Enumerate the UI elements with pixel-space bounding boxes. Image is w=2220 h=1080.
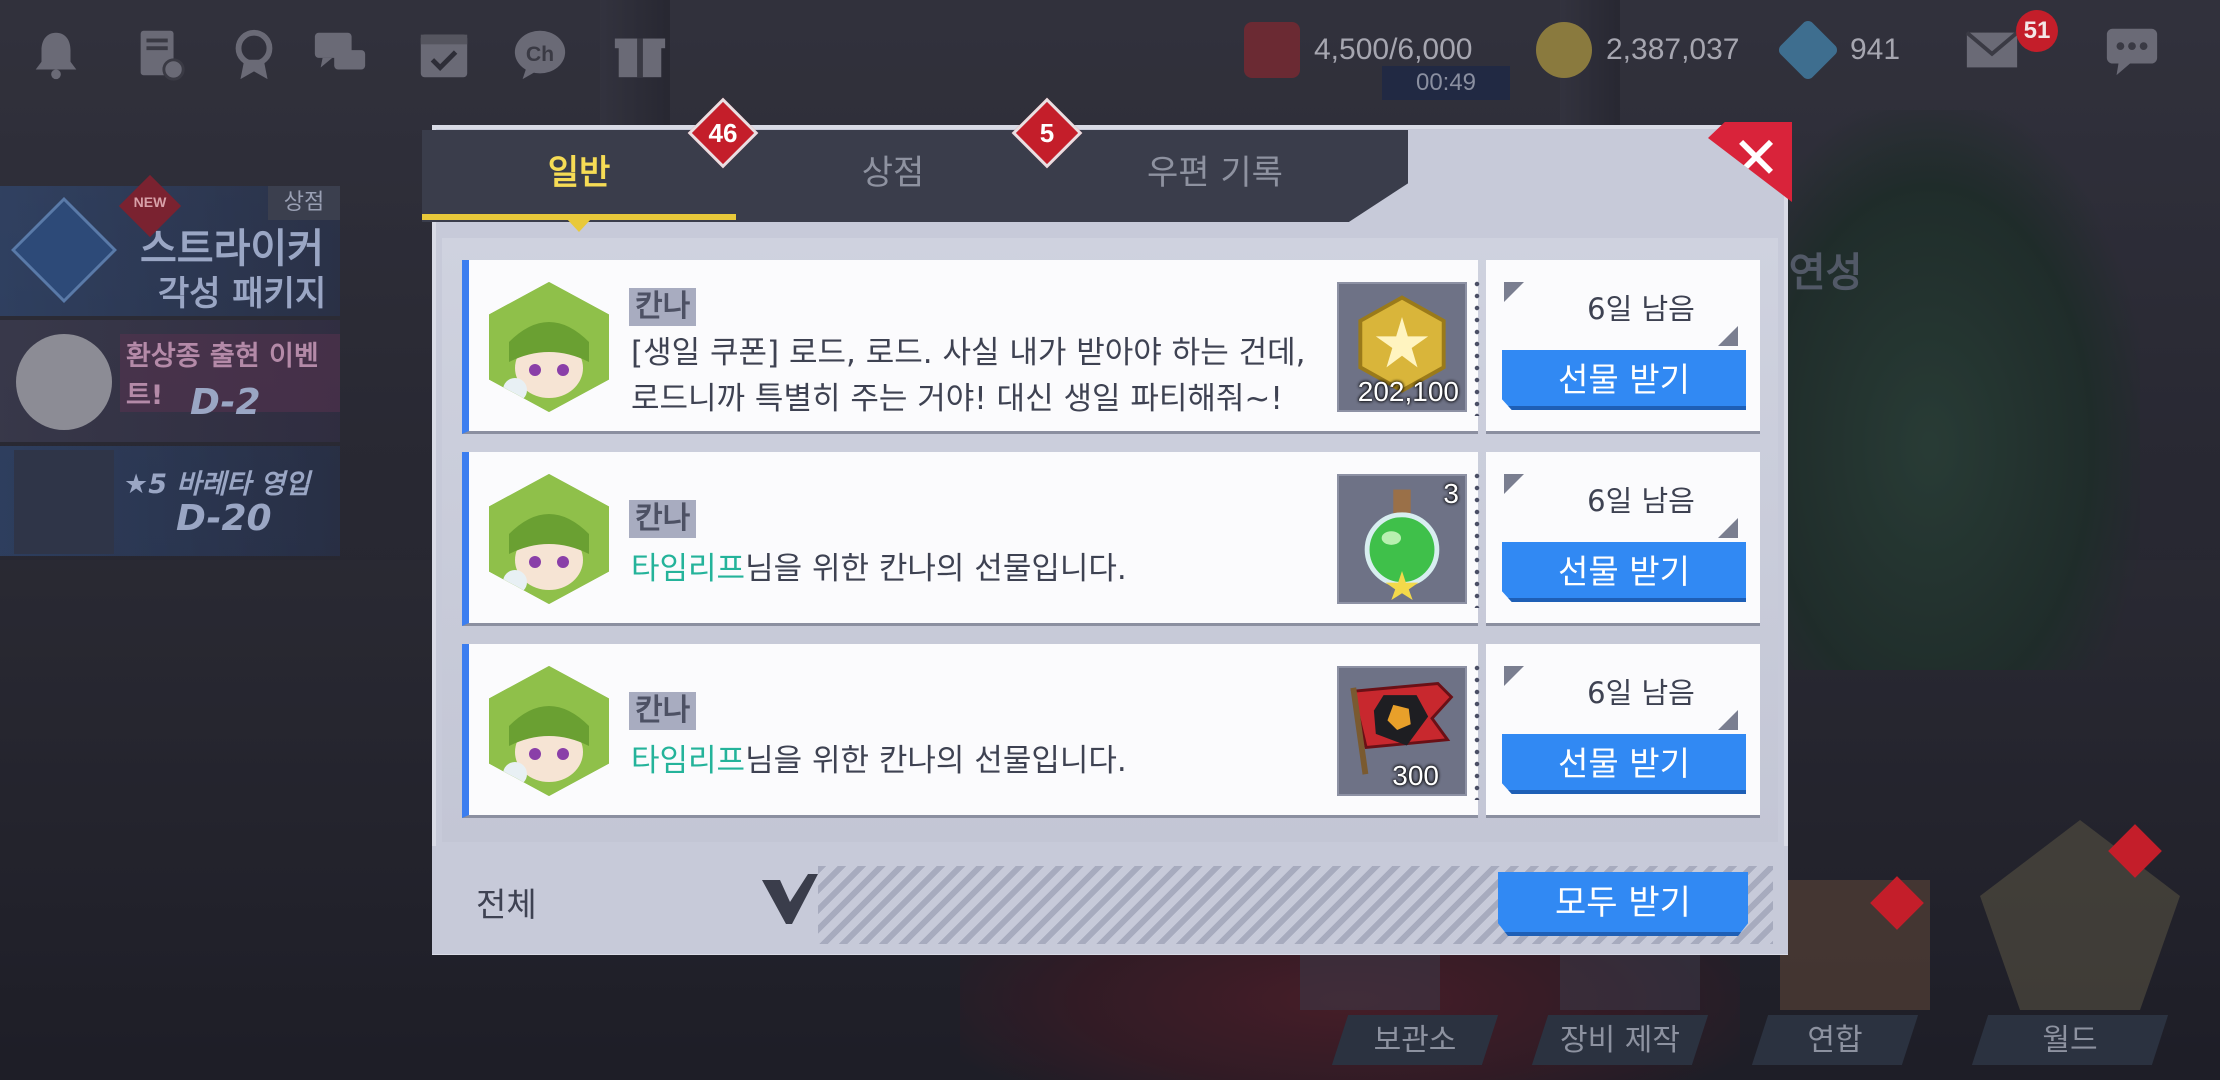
banner3-dday: D-20	[176, 498, 272, 539]
tab-shop-badge: 5	[1039, 118, 1055, 148]
mail-message-rest: 님을 위한 칸나의 선물입니다.	[745, 743, 1127, 779]
gold-coin-icon	[1536, 22, 1592, 78]
mail-message-line1: 타임리프님을 위한 칸나의 선물입니다.	[631, 738, 1127, 784]
mail-row: 칸나 타임리프님을 위한 칸나의 선물입니다. 300 6일 남음 선물 받기	[462, 644, 1760, 818]
bottom-menu-equipment-craft[interactable]: 장비 제작	[1540, 1018, 1700, 1064]
mail-icon[interactable]	[1960, 18, 2024, 82]
chevron-down-icon[interactable]	[758, 872, 822, 928]
time-remaining: 6일 남음	[1587, 484, 1695, 518]
mail-list[interactable]: 칸나 [생일 쿠폰] 로드, 로드. 사실 내가 받아야 하는 건데, 로드니까…	[442, 238, 1778, 842]
notes-gear-icon[interactable]	[128, 22, 192, 86]
corner-decor	[1504, 474, 1524, 494]
mail-content: 칸나 [생일 쿠폰] 로드, 로드. 사실 내가 받아야 하는 건데, 로드니까…	[462, 260, 1478, 434]
row-separator	[1474, 278, 1480, 416]
claim-gift-button[interactable]: 선물 받기	[1502, 542, 1746, 602]
chat-icon[interactable]	[308, 22, 372, 86]
mail-actions: 6일 남음 선물 받기	[1486, 260, 1760, 434]
mail-actions: 6일 남음 선물 받기	[1486, 644, 1760, 818]
tab-shop[interactable]: 상점	[736, 130, 1050, 222]
gem-value: 941	[1850, 33, 1901, 66]
reward-item[interactable]: 300	[1337, 666, 1467, 796]
corner-decor	[1504, 666, 1524, 686]
time-remaining: 6일 남음	[1587, 292, 1695, 326]
mail-message-line1: 타임리프님을 위한 칸나의 선물입니다.	[631, 546, 1127, 592]
bottom-menu-storage[interactable]: 보관소	[1340, 1018, 1490, 1064]
row-separator	[1474, 662, 1480, 800]
tab-mail-history[interactable]: 우편 기록	[1050, 130, 1380, 222]
corner-decor	[1718, 518, 1738, 538]
banner-phantom-event[interactable]: 환상종 출현 이벤트! D-2	[0, 320, 340, 442]
phantom-creature-icon	[16, 334, 112, 430]
filter-label: 전체	[476, 885, 537, 924]
mail-row: 칸나 타임리프님을 위한 칸나의 선물입니다. 3 6일 남음 선물 받기	[462, 452, 1760, 626]
mail-row: 칸나 [생일 쿠폰] 로드, 로드. 사실 내가 받아야 하는 건데, 로드니까…	[462, 260, 1760, 434]
gold-display[interactable]: 2,387,037	[1536, 18, 1739, 82]
banner2-dday: D-2	[190, 382, 261, 423]
mail-message-line2: 로드니까 특별히 주는 거야! 대신 생일 파티해줘~!	[631, 381, 1283, 417]
time-remaining: 6일 남음	[1587, 676, 1695, 710]
gem-display[interactable]: 941	[1776, 18, 1901, 82]
sender-name: 칸나	[629, 500, 697, 538]
stamina-flag-icon	[1244, 22, 1300, 78]
barreta-portrait	[14, 450, 114, 554]
mail-badge: 51	[2016, 10, 2058, 52]
channel-icon[interactable]: Ch	[508, 22, 572, 86]
bottom-menu-alliance[interactable]: 연합	[1760, 1018, 1910, 1064]
row-separator	[1474, 470, 1480, 608]
claim-gift-button[interactable]: 선물 받기	[1502, 350, 1746, 410]
reward-item[interactable]: 202,100	[1337, 282, 1467, 412]
gift-icon[interactable]	[608, 22, 672, 86]
banner-barreta-recruit[interactable]: ★5 바레타 영입 D-20	[0, 446, 340, 556]
corner-decor	[1718, 326, 1738, 346]
reward-qty: 202,100	[1357, 376, 1459, 407]
medal-icon[interactable]	[222, 22, 286, 86]
reward-qty: 3	[1443, 478, 1459, 509]
tab-general[interactable]: 일반	[422, 130, 736, 222]
tab-general-badge: 46	[708, 118, 738, 148]
reward-item[interactable]: 3	[1337, 474, 1467, 604]
stamina-timer: 00:49	[1382, 66, 1510, 100]
corner-decor	[1504, 282, 1524, 302]
mail-content: 칸나 타임리프님을 위한 칸나의 선물입니다. 3	[462, 452, 1478, 626]
stamina-value: 4,500/6,000	[1314, 33, 1473, 66]
sender-name: 칸나	[629, 288, 697, 326]
gold-value: 2,387,037	[1606, 33, 1740, 66]
striker-emblem-icon	[11, 197, 117, 303]
reward-qty: 300	[1392, 760, 1439, 791]
channel-label: Ch	[526, 42, 554, 66]
gem-icon	[1776, 18, 1840, 82]
mail-message-rest: 님을 위한 칸나의 선물입니다.	[745, 551, 1127, 587]
player-name: 타임리프	[631, 743, 746, 779]
active-tab-caret	[566, 218, 592, 232]
shop-tag: 상점	[268, 186, 340, 220]
mail-content: 칸나 타임리프님을 위한 칸나의 선물입니다. 300	[462, 644, 1478, 818]
banner1-line2: 각성 패키지	[158, 274, 327, 314]
chat-bubble-icon[interactable]	[2100, 18, 2164, 82]
calendar-check-icon[interactable]	[412, 22, 476, 86]
mail-actions: 6일 남음 선물 받기	[1486, 452, 1760, 626]
sender-name: 칸나	[629, 692, 697, 730]
corner-decor	[1718, 710, 1738, 730]
sender-avatar	[489, 282, 609, 412]
bottom-menu-world[interactable]: 월드	[1980, 1018, 2160, 1064]
sender-avatar	[489, 666, 609, 796]
player-name: 타임리프	[631, 551, 746, 587]
claim-all-button[interactable]: 모두 받기	[1498, 872, 1748, 936]
mail-message-line1: [생일 쿠폰] 로드, 로드. 사실 내가 받아야 하는 건데,	[631, 335, 1306, 371]
banner3-title: ★5 바레타 영입	[124, 469, 310, 500]
new-tag: NEW	[133, 194, 167, 210]
sender-avatar	[489, 474, 609, 604]
bell-icon[interactable]	[24, 22, 88, 86]
claim-gift-button[interactable]: 선물 받기	[1502, 734, 1746, 794]
